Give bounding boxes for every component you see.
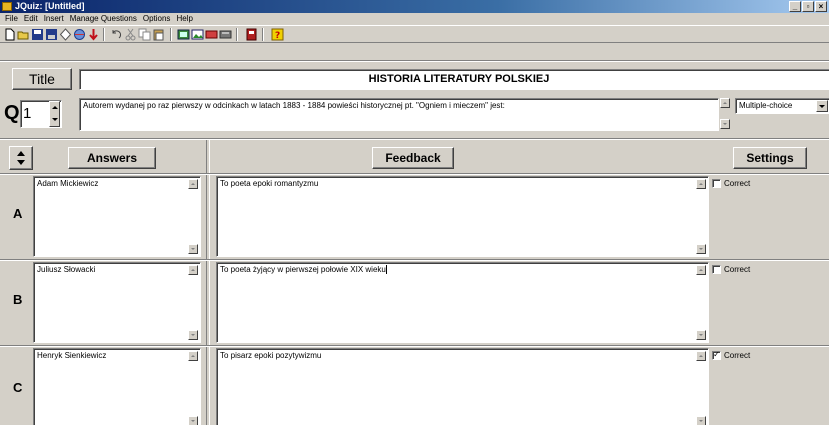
scroll-down-icon[interactable] [188,416,198,425]
toolbar: ? [0,25,829,43]
scroll-up-icon[interactable] [696,265,706,275]
link-icon[interactable] [205,28,218,41]
menu-manage-questions[interactable]: Manage Questions [67,13,140,25]
answer-input[interactable]: Adam Mickiewicz [33,176,201,257]
window-titlebar: JQuiz: [Untitled] _ ▫ × [0,0,829,13]
scroll-down-icon[interactable] [696,244,706,254]
answer-text: Henryk Sienkiewicz [37,351,107,360]
scroll-down-icon[interactable] [720,119,730,129]
feedback-text: To pisarz epoki pozytywizmu [220,351,322,360]
maximize-button[interactable]: ▫ [802,1,814,12]
question-scrollbar[interactable] [720,98,732,131]
scroll-up-icon[interactable] [720,98,730,108]
correct-label: Correct [724,179,751,188]
question-number-spinner[interactable] [49,101,60,127]
question-type-value: Multiple-choice [739,101,793,110]
scroll-down-icon[interactable] [188,244,198,254]
spinner-up-icon[interactable] [52,106,58,109]
image-icon[interactable] [191,28,204,41]
answer-input[interactable]: Henryk Sienkiewicz [33,348,201,425]
answer-letter: B [13,292,23,307]
answer-letter: C [13,380,23,395]
scroll-up-icon[interactable] [696,179,706,189]
column-divider[interactable] [206,140,210,425]
scroll-down-icon[interactable] [696,416,706,425]
menu-bar: File Edit Insert Manage Questions Option… [0,13,829,25]
correct-toggle[interactable]: ✓ Correct [712,351,750,360]
feedback-input[interactable]: To pisarz epoki pozytywizmu [216,348,709,425]
app-icon [2,2,12,11]
answer-text: Adam Mickiewicz [37,179,99,188]
cut-icon[interactable] [124,28,137,41]
erase-icon[interactable] [59,28,72,41]
web-page-icon[interactable] [73,28,86,41]
answer-letter: A [13,206,23,221]
feedback-input[interactable]: To poeta epoki romantyzmu [216,176,709,257]
menu-options[interactable]: Options [140,13,174,25]
menu-edit[interactable]: Edit [21,13,41,25]
scroll-up-icon[interactable] [188,351,198,361]
paste-icon[interactable] [152,28,165,41]
new-file-icon[interactable] [3,28,16,41]
correct-checkbox[interactable] [712,265,721,274]
svg-text:?: ? [275,31,280,41]
menu-help[interactable]: Help [173,13,195,25]
dropdown-arrow-icon[interactable] [816,100,828,112]
correct-toggle[interactable]: Correct [712,265,750,274]
feedback-button[interactable]: Feedback [372,147,454,169]
save-as-icon[interactable] [45,28,58,41]
menu-file[interactable]: File [2,13,21,25]
close-button[interactable]: × [815,1,827,12]
correct-checkbox[interactable]: ✓ [712,351,721,360]
feedback-text: To poeta epoki romantyzmu [220,179,319,188]
separator [0,60,829,62]
correct-label: Correct [724,351,751,360]
answers-button[interactable]: Answers [68,147,156,169]
book-icon[interactable] [245,28,258,41]
text-cursor [385,265,387,275]
correct-toggle[interactable]: Correct [712,179,750,188]
title-input[interactable]: HISTORIA LITERATURY POLSKIEJ [79,69,829,90]
question-type-select[interactable]: Multiple-choice [735,98,829,114]
scroll-down-icon[interactable] [188,330,198,340]
correct-checkbox[interactable] [712,179,721,188]
open-folder-icon[interactable] [17,28,30,41]
config-icon[interactable] [177,28,190,41]
minimize-button[interactable]: _ [789,1,801,12]
separator [0,138,829,140]
row-separator [0,345,829,347]
answer-text: Juliusz Słowacki [37,265,96,274]
sort-answers-button[interactable] [9,146,33,170]
save-icon[interactable] [31,28,44,41]
menu-insert[interactable]: Insert [41,13,67,25]
question-label: Q [4,102,20,124]
scroll-up-icon[interactable] [188,179,198,189]
settings-button[interactable]: Settings [733,147,807,169]
answer-input[interactable]: Juliusz Słowacki [33,262,201,343]
scroll-up-icon[interactable] [696,351,706,361]
export-icon[interactable] [219,28,232,41]
row-separator [0,173,829,175]
title-button[interactable]: Title [12,68,72,90]
copy-icon[interactable] [138,28,151,41]
feedback-text: To poeta żyjący w pierwszej połowie XIX … [220,265,386,274]
scroll-down-icon[interactable] [696,330,706,340]
upload-icon[interactable] [87,28,100,41]
question-text-input[interactable]: Autorem wydanej po raz pierwszy w odcink… [79,98,719,131]
feedback-input[interactable]: To poeta żyjący w pierwszej połowie XIX … [216,262,709,343]
scroll-up-icon[interactable] [188,265,198,275]
window-title: JQuiz: [Untitled] [15,1,85,11]
help-icon[interactable]: ? [271,28,284,41]
row-separator [0,259,829,261]
correct-label: Correct [724,265,751,274]
spinner-down-icon[interactable] [52,118,58,121]
up-down-arrows-icon [17,151,25,165]
undo-icon[interactable] [110,28,123,41]
